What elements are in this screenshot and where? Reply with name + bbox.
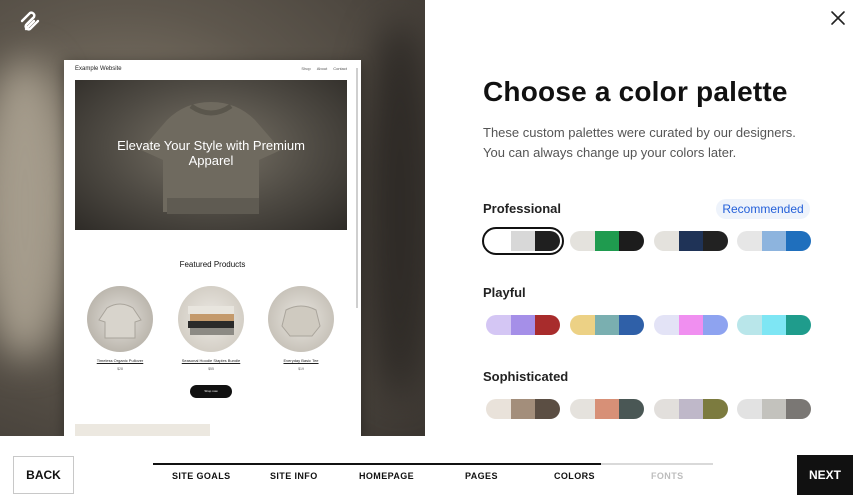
palette-color-chip [737, 399, 762, 419]
palette-color-chip [761, 315, 787, 335]
preview-hero-title: Elevate Your Style with Premium Apparel [117, 138, 305, 168]
back-button[interactable]: BACK [13, 456, 74, 494]
squarespace-logo-icon[interactable] [18, 9, 42, 33]
recommended-badge: Recommended [716, 199, 810, 219]
palette-color-chip [678, 315, 704, 335]
palette-color-chip [654, 399, 679, 419]
palette-color-chip [486, 315, 511, 335]
preview-site-name: Example Website [75, 66, 122, 72]
palette-color-chip [703, 231, 728, 251]
palette-color-chip [535, 315, 560, 335]
palette-color-chip [786, 399, 811, 419]
palette-swatch[interactable] [486, 315, 560, 335]
step-colors[interactable]: COLORS [554, 471, 595, 481]
palette-color-chip [510, 231, 536, 251]
palette-color-chip [703, 399, 728, 419]
palette-swatch[interactable] [737, 399, 811, 419]
product-image [178, 286, 244, 352]
next-button[interactable]: NEXT [797, 455, 853, 495]
palette-swatch[interactable] [737, 315, 811, 335]
step-fonts[interactable]: FONTS [651, 471, 684, 481]
preview-nav: Shop About Contact [301, 66, 347, 71]
close-icon[interactable] [829, 9, 847, 27]
product-name: Everyday Basic Tee [283, 358, 319, 363]
palette-color-chip [619, 399, 644, 419]
progress-track [153, 463, 713, 465]
preview-product: Seasonal Hoodie Staples Bundle $55 [177, 286, 245, 371]
preview-next-section [75, 424, 210, 436]
product-image [87, 286, 153, 352]
subtitle-line: These custom palettes were curated by ou… [483, 125, 796, 140]
palette-color-chip [486, 399, 511, 419]
palette-color-chip [594, 315, 620, 335]
palette-color-chip [570, 231, 595, 251]
preview-featured-title: Featured Products [179, 260, 246, 269]
preview-nav-item: Shop [301, 66, 311, 71]
palette-color-chip [570, 315, 595, 335]
palette-swatch[interactable] [737, 231, 811, 251]
palette-swatch[interactable] [654, 315, 728, 335]
palette-color-chip [761, 399, 787, 419]
palette-swatch[interactable] [570, 231, 644, 251]
section-label-sophisticated: Sophisticated [483, 369, 569, 384]
preview-hero: Elevate Your Style with Premium Apparel [75, 80, 347, 230]
preview-nav-item: About [316, 66, 328, 71]
page-subtitle: These custom palettes were curated by ou… [483, 123, 823, 163]
palette-color-chip [570, 399, 595, 419]
palette-color-chip [486, 231, 511, 251]
section-label-playful: Playful [483, 285, 526, 300]
product-name: Seasonal Hoodie Staples Bundle [181, 358, 241, 363]
palette-color-chip [737, 315, 762, 335]
palette-color-chip [786, 231, 811, 251]
section-label-professional: Professional [483, 201, 562, 216]
palette-swatch[interactable] [570, 399, 644, 419]
palette-swatch[interactable] [486, 399, 560, 419]
palette-swatch[interactable] [654, 399, 728, 419]
palette-color-chip [535, 231, 560, 251]
subtitle-line: You can always change up your colors lat… [483, 145, 737, 160]
step-site-info[interactable]: SITE INFO [270, 471, 318, 481]
product-image [268, 286, 334, 352]
palette-swatch[interactable] [654, 231, 728, 251]
palette-swatch[interactable] [570, 315, 644, 335]
website-preview-card: Example Website Shop About Contact Eleva… [64, 60, 361, 436]
preview-shop-button: Shop now [190, 385, 232, 398]
palette-color-chip [678, 399, 704, 419]
preview-scrollbar[interactable] [356, 68, 358, 308]
product-name: Timeless Organic Pullover [96, 358, 144, 363]
palette-color-chip [510, 315, 536, 335]
palette-color-chip [619, 315, 644, 335]
palette-color-chip [535, 399, 560, 419]
palette-color-chip [786, 315, 811, 335]
product-price: $19 [298, 367, 304, 371]
palette-color-chip [737, 231, 762, 251]
background-blur [0, 60, 70, 360]
wizard-footer: BACK SITE GOALS SITE INFO HOMEPAGE PAGES… [0, 436, 853, 503]
palette-color-chip [761, 231, 787, 251]
palette-color-chip [654, 315, 679, 335]
palette-color-chip [594, 399, 620, 419]
palette-color-chip [703, 315, 728, 335]
palette-swatch[interactable] [482, 227, 564, 255]
page-title: Choose a color palette [483, 76, 788, 107]
site-preview-panel: Example Website Shop About Contact Eleva… [0, 0, 425, 436]
product-price: $28 [117, 367, 123, 371]
progress-fill [153, 463, 601, 465]
palette-color-chip [654, 231, 679, 251]
preview-nav-item: Contact [333, 66, 347, 71]
step-site-goals[interactable]: SITE GOALS [172, 471, 231, 481]
step-homepage[interactable]: HOMEPAGE [359, 471, 414, 481]
preview-product: Everyday Basic Tee $19 [267, 286, 335, 371]
palette-color-chip [678, 231, 704, 251]
step-pages[interactable]: PAGES [465, 471, 498, 481]
palette-color-chip [510, 399, 536, 419]
preview-product: Timeless Organic Pullover $28 [86, 286, 154, 371]
product-price: $55 [208, 367, 214, 371]
background-blur [360, 20, 425, 400]
palette-color-chip [619, 231, 644, 251]
palette-color-chip [594, 231, 620, 251]
